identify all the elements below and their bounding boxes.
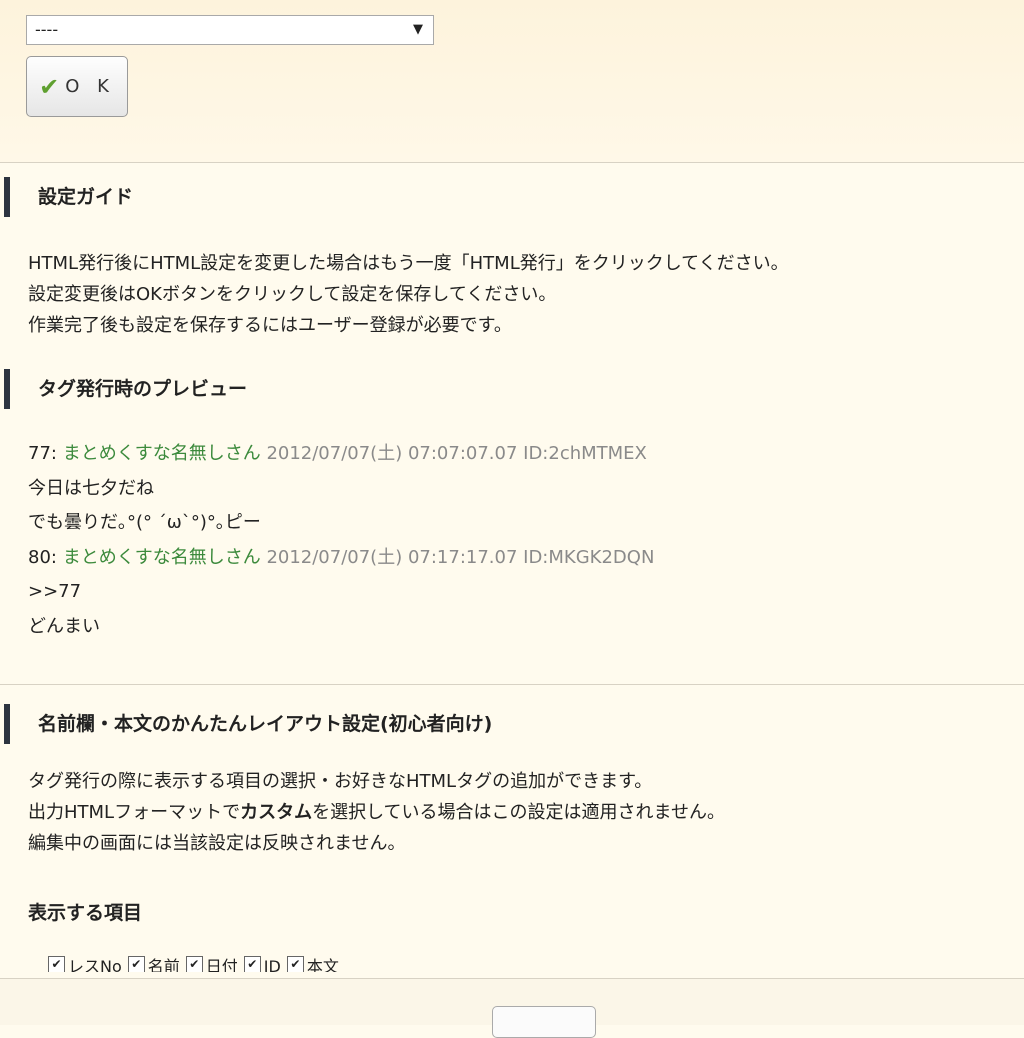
select-value: ----: [35, 20, 59, 39]
checkbox-name[interactable]: ✔ 名前: [127, 956, 180, 972]
checkbox-label: 名前: [147, 957, 180, 972]
checkbox-checked-icon: ✔: [127, 956, 145, 972]
post-body-line: 今日は七夕だね: [28, 477, 154, 499]
bottom-button[interactable]: [492, 1006, 596, 1038]
checkbox-checked-icon: ✔: [48, 956, 65, 972]
post-number: 77:: [28, 443, 57, 464]
post-body-line: >>77: [28, 581, 82, 602]
display-items-heading: 表示する項目: [28, 902, 143, 924]
dropdown-arrow-icon: ▼: [413, 22, 423, 37]
checkbox-label: 日付: [205, 957, 238, 972]
guide-line-2: 設定変更後はOKボタンをクリックして設定を保存してください。: [28, 284, 557, 305]
display-items-checkboxes: ✔ レスNo ✔ 名前 ✔ 日付 ✔ ID ✔ 本文: [48, 956, 339, 972]
post-body-line: どんまい: [28, 615, 100, 637]
format-select[interactable]: ---- ▼: [26, 15, 434, 45]
layout-line-2-start: 出力HTMLフォーマットで: [28, 802, 241, 823]
checkbox-res-no[interactable]: ✔ レスNo: [48, 956, 122, 972]
preview-posts: 77: まとめくすな名無しさん 2012/07/07(土) 07:07:07.0…: [28, 437, 654, 644]
layout-line-2-end: を選択している場合はこの設定は適用されません。: [312, 802, 726, 823]
guide-line-1: HTML発行後にHTML設定を変更した場合はもう一度「HTML発行」をクリックし…: [28, 253, 789, 274]
ok-button[interactable]: ✔ O K: [26, 56, 128, 117]
post-header-80: 80: まとめくすな名無しさん 2012/07/07(土) 07:17:17.0…: [28, 541, 654, 576]
checkbox-body[interactable]: ✔ 本文: [286, 956, 339, 972]
layout-line-2-bold: カスタム: [240, 802, 313, 823]
checkbox-checked-icon: ✔: [243, 956, 261, 972]
layout-line-3: 編集中の画面には当該設定は反映されません。: [28, 833, 406, 854]
post-body-line: でも曇りだ｡°(° ´ω`°)°｡ピー: [28, 512, 261, 533]
layout-line-2: 出力HTMLフォーマットでカスタムを選択している場合はこの設定は適用されません。: [28, 797, 725, 828]
checkbox-label: ID: [263, 957, 281, 972]
preview-heading: タグ発行時のプレビュー: [4, 369, 1020, 409]
checkbox-id[interactable]: ✔ ID: [243, 956, 281, 972]
checkbox-checked-icon: ✔: [185, 956, 203, 972]
layout-heading: 名前欄・本文のかんたんレイアウト設定(初心者向け): [4, 704, 1020, 744]
top-area: ---- ▼ ✔ O K: [0, 0, 1024, 163]
guide-line-3: 作業完了後も設定を保存するにはユーザー登録が必要です。: [28, 315, 512, 336]
checkbox-label: レスNo: [68, 957, 122, 972]
post-number: 80:: [28, 546, 57, 568]
post-meta: 2012/07/07(土) 07:17:17.07 ID:MKGK2DQN: [266, 546, 655, 568]
layout-text: タグ発行の際に表示する項目の選択・お好きなHTMLタグの追加ができます。 出力H…: [28, 766, 725, 859]
checkbox-date[interactable]: ✔ 日付: [185, 956, 238, 972]
checkmark-icon: ✔: [39, 72, 60, 101]
post-header-77: 77: まとめくすな名無しさん 2012/07/07(土) 07:07:07.0…: [28, 437, 654, 472]
checkbox-label: 本文: [306, 957, 339, 972]
guide-text: HTML発行後にHTML設定を変更した場合はもう一度「HTML発行」をクリックし…: [28, 248, 789, 341]
guide-heading: 設定ガイド: [4, 177, 1020, 217]
post-meta: 2012/07/07(土) 07:07:07.07 ID:2chMTMEX: [266, 443, 647, 464]
post-author-name: まとめくすな名無しさん: [62, 546, 261, 568]
post-author-name: まとめくすな名無しさん: [62, 443, 261, 464]
checkbox-checked-icon: ✔: [286, 956, 304, 972]
section-divider: [0, 684, 1024, 685]
layout-line-1: タグ発行の際に表示する項目の選択・お好きなHTMLタグの追加ができます。: [28, 771, 653, 792]
ok-label: O K: [65, 76, 115, 97]
